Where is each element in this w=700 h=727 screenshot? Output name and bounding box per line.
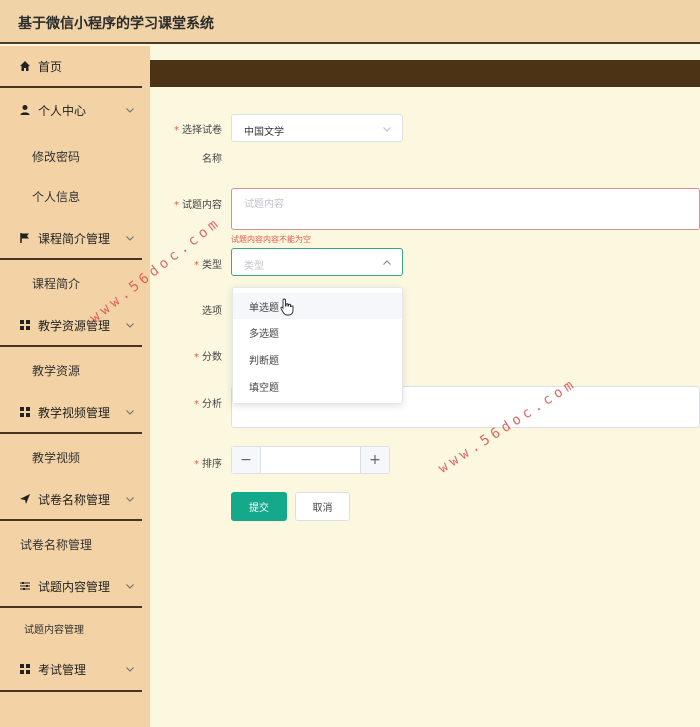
label-text: 选项 [202, 306, 222, 317]
divider [0, 690, 142, 692]
sidebar-item-teaching-video-mgmt[interactable]: 教学视频管理 [0, 392, 142, 432]
label-text: 分数 [202, 352, 222, 363]
divider [0, 86, 142, 88]
option-label: 单选题 [249, 302, 279, 314]
required-mark: * [194, 459, 199, 470]
required-mark: * [194, 352, 199, 363]
sort-stepper[interactable]: − + [231, 446, 390, 474]
divider [0, 345, 142, 347]
sidebar: 首页 个人中心 修改密码 个人信息 课程简介管理 课程简介 教学资源管理 教学资… [0, 46, 150, 727]
sidebar-item-question-content[interactable]: 试题内容管理 [0, 608, 142, 648]
send-icon [18, 492, 32, 506]
option-label: 填空题 [249, 382, 279, 394]
sidebar-item-label: 教学资源 [32, 363, 81, 378]
dropdown-option[interactable]: 单选题 [233, 293, 402, 319]
increment-button[interactable]: + [360, 447, 389, 473]
sidebar-item-course-intro-mgmt[interactable]: 课程简介管理 [0, 218, 142, 258]
type-dropdown: 单选题 多选题 判断题 填空题 [232, 287, 403, 404]
label-text: 名称 [202, 154, 222, 165]
label-text: 分析 [202, 399, 222, 410]
dropdown-option[interactable]: 判断题 [233, 346, 402, 372]
sidebar-item-change-password[interactable]: 修改密码 [0, 136, 142, 176]
decrement-button[interactable]: − [232, 447, 261, 473]
paper-name-label-line2: 名称 [166, 150, 222, 165]
analysis-label: * 分析 [166, 395, 222, 410]
required-mark: * [194, 399, 199, 410]
chevron-down-icon [126, 497, 134, 502]
sidebar-item-personal-info[interactable]: 个人信息 [0, 176, 142, 216]
label-text: 排序 [202, 459, 222, 470]
chevron-down-icon [126, 584, 134, 589]
grid-icon [18, 405, 32, 419]
chevron-up-icon [383, 260, 391, 265]
type-select[interactable]: 类型 [231, 248, 403, 276]
textarea-placeholder: 试题内容 [244, 199, 284, 210]
sidebar-item-label: 试卷名称管理 [38, 492, 111, 507]
required-mark: * [174, 200, 179, 211]
sidebar-item-teaching-resource[interactable]: 教学资源 [0, 350, 142, 390]
sidebar-item-label: 试题内容管理 [38, 579, 111, 594]
cancel-button[interactable]: 取消 [295, 492, 350, 521]
sliders-icon [18, 579, 32, 593]
chevron-down-icon [126, 323, 134, 328]
sort-label: * 排序 [166, 455, 222, 470]
sidebar-item-label: 首页 [38, 59, 63, 74]
app-title: 基于微信小程序的学习课堂系统 [18, 16, 214, 32]
sidebar-item-teaching-video[interactable]: 教学视频 [0, 437, 142, 477]
flag-icon [18, 231, 32, 245]
select-placeholder: 类型 [244, 261, 264, 272]
grid-icon [18, 318, 32, 332]
chevron-down-icon [126, 410, 134, 415]
sidebar-item-home[interactable]: 首页 [0, 46, 142, 86]
divider [0, 519, 142, 521]
label-text: 类型 [202, 260, 222, 271]
chevron-down-icon [126, 667, 134, 672]
chevron-down-icon [383, 127, 391, 132]
label-text: 试题内容 [182, 200, 222, 211]
sidebar-item-label: 课程简介管理 [38, 231, 111, 246]
sidebar-item-teaching-resource-mgmt[interactable]: 教学资源管理 [0, 305, 142, 345]
sidebar-item-label: 教学视频 [32, 450, 81, 465]
home-icon [18, 59, 32, 73]
question-content-textarea[interactable]: 试题内容 [231, 188, 700, 230]
content-error-message: 试题内容内容不能为空 [231, 235, 311, 244]
sidebar-item-paper-name[interactable]: 试卷名称管理 [0, 524, 142, 564]
divider [0, 258, 142, 260]
paper-name-label: * 选择试卷 [166, 121, 222, 136]
dropdown-option[interactable]: 多选题 [233, 319, 402, 345]
sidebar-item-label: 个人中心 [38, 103, 87, 118]
paper-name-select[interactable]: 中国文学 [231, 114, 403, 142]
sidebar-item-personal-center[interactable]: 个人中心 [0, 90, 142, 130]
required-mark: * [174, 125, 179, 136]
sidebar-item-label: 试题内容管理 [24, 624, 84, 636]
option-label: 判断题 [249, 355, 279, 367]
options-label: 选项 [166, 302, 222, 317]
user-icon [18, 103, 32, 117]
app-header: 基于微信小程序的学习课堂系统 [0, 0, 700, 44]
submit-button[interactable]: 提交 [231, 492, 287, 521]
chevron-down-icon [126, 108, 134, 113]
sidebar-item-exam-mgmt[interactable]: 考试管理 [0, 649, 142, 689]
chevron-down-icon [126, 236, 134, 241]
grid-icon [18, 662, 32, 676]
sidebar-item-label: 个人信息 [32, 189, 81, 204]
option-label: 多选题 [249, 328, 279, 340]
select-value: 中国文学 [244, 127, 284, 138]
sidebar-item-paper-name-mgmt[interactable]: 试卷名称管理 [0, 479, 142, 519]
content-topbar [150, 60, 700, 87]
sidebar-item-question-content-mgmt[interactable]: 试题内容管理 [0, 566, 142, 606]
divider [0, 432, 142, 434]
required-mark: * [194, 260, 199, 271]
question-content-label: * 试题内容 [166, 196, 222, 211]
label-text: 选择试卷 [182, 125, 222, 136]
sidebar-item-label: 考试管理 [38, 662, 87, 677]
hand-cursor-icon [280, 298, 294, 316]
sidebar-item-label: 试卷名称管理 [20, 537, 93, 552]
sidebar-item-label: 课程简介 [32, 276, 81, 291]
dropdown-option[interactable]: 填空题 [233, 373, 402, 399]
sidebar-item-label: 修改密码 [32, 149, 81, 164]
sidebar-item-label: 教学视频管理 [38, 405, 111, 420]
score-label: * 分数 [166, 348, 222, 363]
